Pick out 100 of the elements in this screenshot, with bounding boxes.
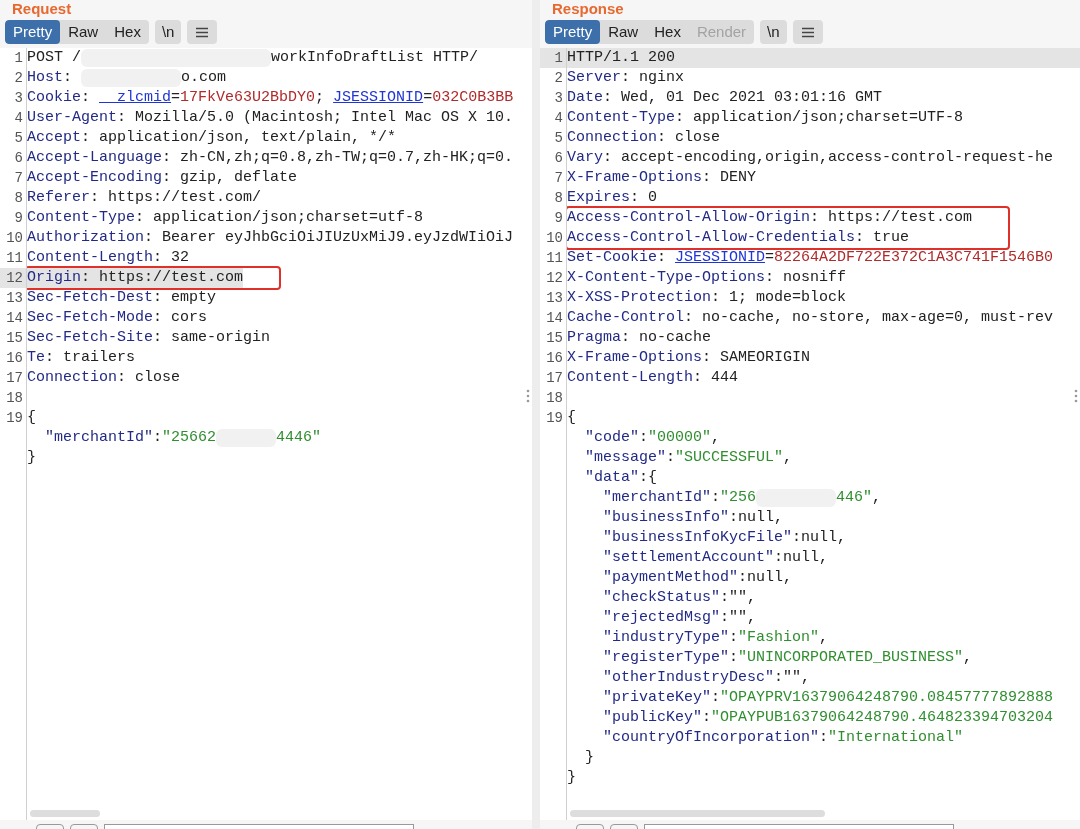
header-name: "data" [585, 468, 639, 488]
header-name: Sec-Fetch-Mode [27, 308, 154, 328]
line-number: 9 [554, 210, 563, 226]
line-number: 18 [546, 390, 563, 406]
line-number: 1 [14, 50, 23, 66]
string-value: "OPAYPRV16379064248790.08457777892888 [720, 688, 1054, 708]
menu-icon [195, 26, 210, 38]
code-text: : [666, 448, 676, 468]
line-number: 19 [6, 410, 23, 426]
code-text: : accept-encoding,origin,access-control-request-he [603, 148, 1054, 168]
code-text: ; [315, 88, 326, 108]
code-text: : gzip, deflate [162, 168, 298, 188]
header-name: "businessInfo" [603, 508, 730, 528]
line-number: 3 [554, 90, 563, 106]
view-tab[interactable]: Hex [646, 20, 689, 44]
header-name: "otherIndustryDesc" [603, 668, 775, 688]
header-name: Access-Control-Allow-Credentials [567, 228, 856, 248]
header-name: Sec-Fetch-Site [27, 328, 154, 348]
drag-handle-icon[interactable] [1074, 388, 1078, 404]
header-name: "rejectedMsg" [603, 608, 721, 628]
header-name: "paymentMethod" [603, 568, 739, 588]
header-name: Content-Length [567, 368, 694, 388]
newline-button[interactable]: \n [760, 20, 787, 44]
code-text: , [963, 648, 973, 668]
code-text: : [81, 88, 92, 108]
line-number: 13 [6, 290, 23, 306]
header-name: Cache-Control [567, 308, 685, 328]
line-number: 12 [546, 270, 563, 286]
horizontal-scrollbar[interactable] [30, 810, 100, 817]
string-value: "256 [720, 488, 757, 508]
line-number: 6 [14, 150, 23, 166]
line-number: 11 [6, 250, 23, 266]
string-value: "Fashion" [738, 628, 820, 648]
menu-button[interactable] [792, 20, 823, 44]
line-number: 2 [554, 70, 563, 86]
code-text: : Bearer eyJhbGciOiJIUzUxMiJ9.eyJzdWIiOiJ [144, 228, 514, 248]
newline-button[interactable]: \n [154, 20, 182, 44]
cookie-name: __zlcmid [99, 88, 172, 108]
line-number: 6 [554, 150, 563, 166]
line-number: 5 [14, 130, 23, 146]
header-name: Accept-Language [27, 148, 163, 168]
line-number: 14 [546, 310, 563, 326]
string-value: 4446" [276, 428, 322, 448]
header-name: Content-Length [27, 248, 154, 268]
line-number: 17 [546, 370, 563, 386]
header-name: "registerType" [603, 648, 730, 668]
code-text: , [872, 488, 882, 508]
code-text: , [819, 628, 829, 648]
view-tab[interactable]: Raw [600, 20, 647, 44]
code-text: : close [657, 128, 721, 148]
code-text: : [711, 488, 721, 508]
line-number: 7 [554, 170, 563, 186]
menu-icon [800, 26, 815, 38]
string-value: "OPAYPUB16379064248790.464823394703204 [711, 708, 1054, 728]
code-text: :null, [738, 568, 793, 588]
code-text: :"", [774, 668, 811, 688]
code-text: : Wed, 01 Dec 2021 03:01:16 GMT [603, 88, 883, 108]
code-text: : [639, 428, 649, 448]
view-tab[interactable]: Pretty [545, 20, 601, 44]
code-text: : SAMEORIGIN [702, 348, 811, 368]
header-name: Authorization [27, 228, 145, 248]
header-name: Connection [27, 368, 117, 388]
line-number: 13 [546, 290, 563, 306]
code-text: : https://test.com [810, 208, 973, 228]
header-name: "countryOfIncorporation" [603, 728, 820, 748]
line-number: 3 [14, 90, 23, 106]
view-tab[interactable]: Hex [106, 20, 149, 44]
view-tab[interactable]: Pretty [5, 20, 61, 44]
line-number: 18 [6, 390, 23, 406]
line-number: 1 [554, 50, 563, 66]
code-text: { [567, 408, 576, 428]
header-name: Origin [27, 268, 81, 288]
code-text: : [729, 628, 739, 648]
code-text: : empty [153, 288, 217, 308]
code-text: : same-origin [153, 328, 271, 348]
line-number: 5 [554, 130, 563, 146]
string-value: "25662 [162, 428, 217, 448]
code-text: , [711, 428, 721, 448]
code-text: :{ [639, 468, 658, 488]
code-text: workInfoDraftList HTTP/ [271, 48, 479, 68]
code-text: : DENY [702, 168, 757, 188]
horizontal-scrollbar[interactable] [570, 810, 825, 817]
drag-handle-icon[interactable] [526, 388, 530, 404]
cookie-name: JSESSIONID [333, 88, 424, 108]
cookie-value: 82264A2DF722E372C1A3C741F1546B0 [774, 248, 1054, 268]
line-number: 8 [554, 190, 563, 206]
header-name: X-Frame-Options [567, 348, 703, 368]
code-text: } [585, 748, 594, 768]
code-text: : no-cache [621, 328, 712, 348]
header-name: "merchantId" [603, 488, 712, 508]
code-text: : 444 [693, 368, 739, 388]
header-name: "message" [585, 448, 666, 468]
view-tab[interactable]: Raw [60, 20, 107, 44]
string-value: 446" [836, 488, 873, 508]
code-text: : 0 [630, 188, 658, 208]
code-text: HTTP/1.1 200 [567, 48, 676, 68]
code-text: } [567, 768, 576, 788]
code-text: : zh-CN,zh;q=0.8,zh-TW;q=0.7,zh-HK;q=0. [162, 148, 514, 168]
menu-button[interactable] [187, 20, 218, 44]
header-name: Content-Type [27, 208, 136, 228]
